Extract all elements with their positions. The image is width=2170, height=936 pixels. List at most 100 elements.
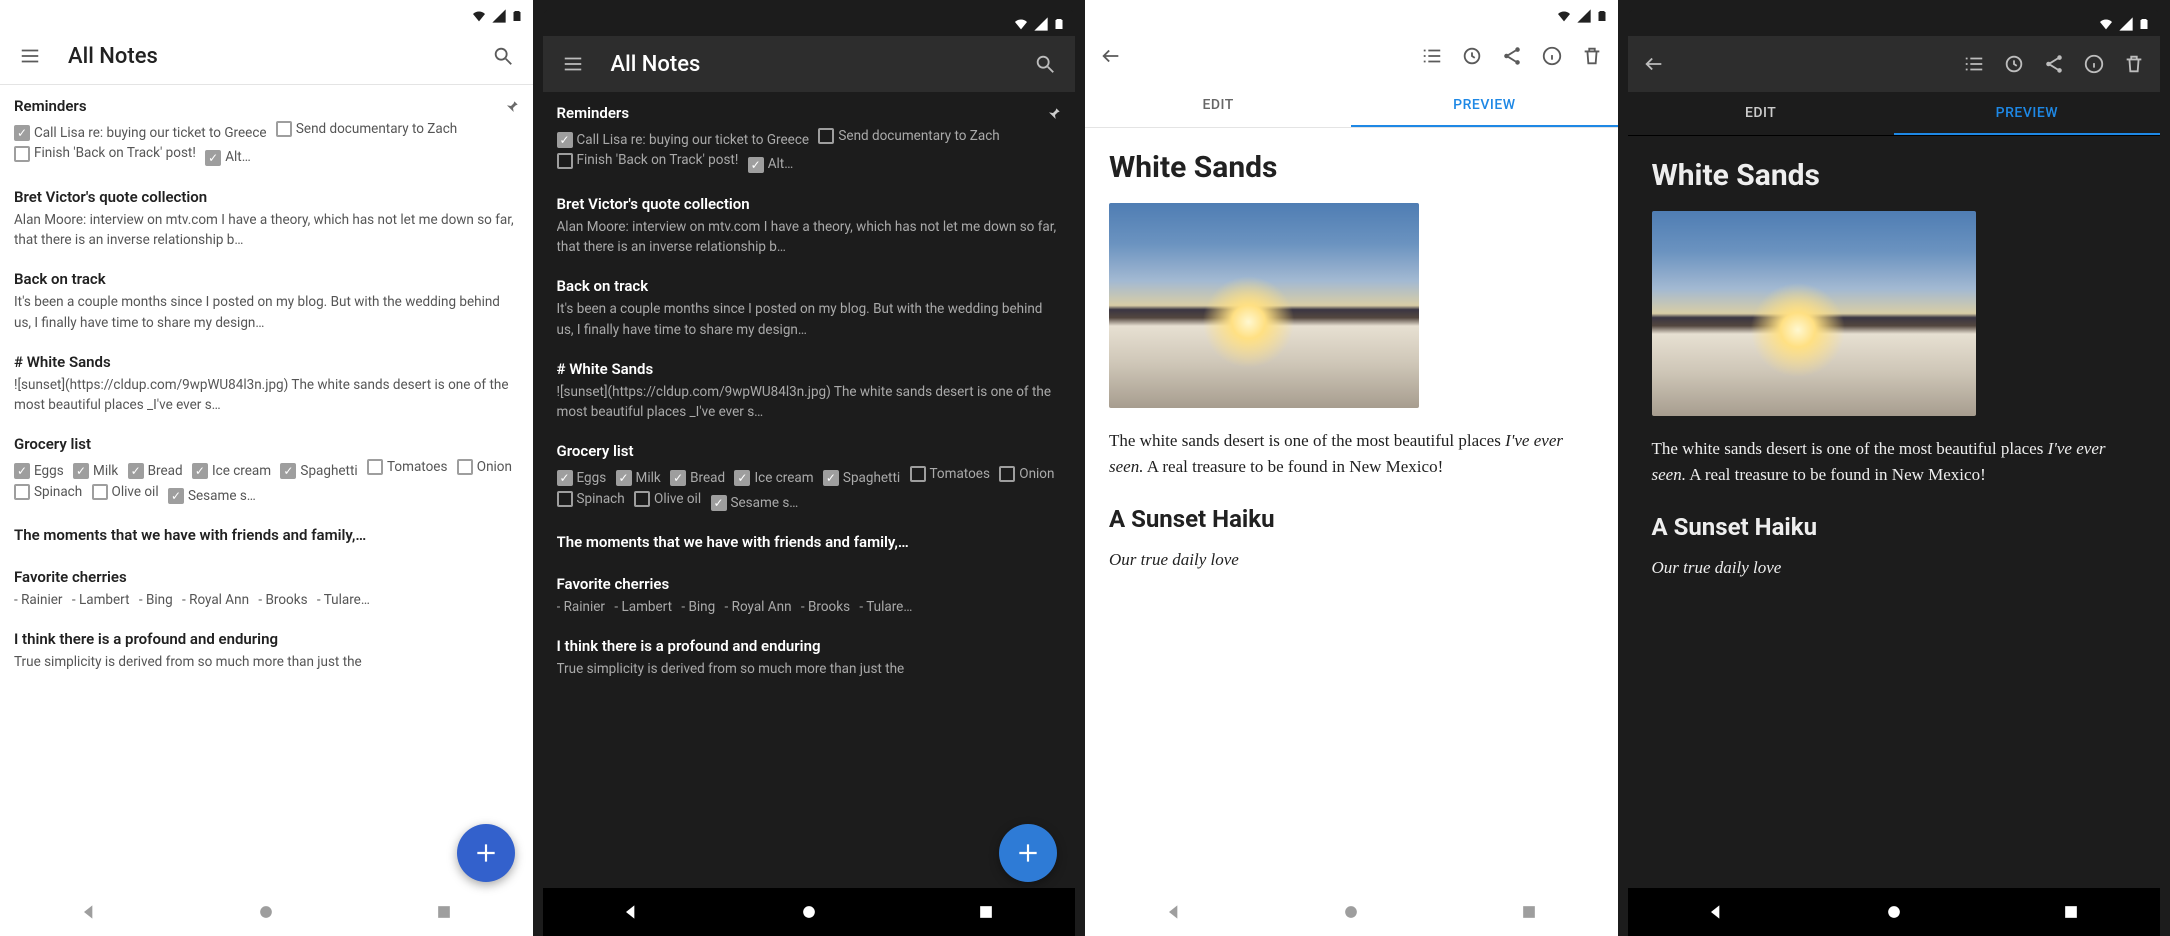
nav-recent-icon[interactable] xyxy=(976,902,996,922)
delete-button[interactable] xyxy=(1572,36,1612,76)
note-snippet: True simplicity is derived from so much … xyxy=(557,659,1062,679)
notes-list[interactable]: Reminders Call Lisa re: buying our ticke… xyxy=(543,92,1076,888)
note-item-reminders[interactable]: Reminders Call Lisa re: buying our ticke… xyxy=(557,92,1062,183)
tab-edit[interactable]: EDIT xyxy=(1085,84,1351,127)
status-bar xyxy=(1085,0,1618,28)
note-snippet: ![sunset](https://cldup.com/9wpWU84l3n.j… xyxy=(557,382,1062,423)
fab-add-note[interactable] xyxy=(457,824,515,882)
editor-tabs: EDIT PREVIEW xyxy=(1628,92,2161,136)
status-bar xyxy=(543,8,1076,36)
note-item-back[interactable]: Back on track It's been a couple months … xyxy=(557,265,1062,348)
sunset-image xyxy=(1652,211,1976,416)
note-item-cherries[interactable]: Favorite cherries Rainier Lambert Bing R… xyxy=(557,563,1062,625)
doc-haiku-line: Our true daily love xyxy=(1652,555,2137,581)
nav-home-icon[interactable] xyxy=(799,902,819,922)
note-title: Back on track xyxy=(557,277,1062,295)
note-title: Grocery list xyxy=(14,435,519,453)
note-item-cherries[interactable]: Favorite cherries Rainier Lambert Bing R… xyxy=(14,556,519,618)
nav-home-icon[interactable] xyxy=(256,902,276,922)
nav-recent-icon[interactable] xyxy=(2061,902,2081,922)
note-item-profound[interactable]: I think there is a profound and enduring… xyxy=(14,618,519,680)
note-title: Reminders xyxy=(557,104,630,122)
note-title: Grocery list xyxy=(557,442,1062,460)
info-button[interactable] xyxy=(2074,44,2114,84)
system-nav-bar xyxy=(1085,888,1618,936)
tab-preview[interactable]: PREVIEW xyxy=(1894,92,2160,135)
note-snippet: True simplicity is derived from so much … xyxy=(14,652,519,672)
nav-home-icon[interactable] xyxy=(1341,902,1361,922)
nav-home-icon[interactable] xyxy=(1884,902,1904,922)
share-button[interactable] xyxy=(1492,36,1532,76)
checklist-button[interactable] xyxy=(1954,44,1994,84)
note-title: # White Sands xyxy=(557,360,1062,378)
note-item-bret[interactable]: Bret Victor's quote collection Alan Moor… xyxy=(14,176,519,259)
history-icon xyxy=(2003,53,2025,75)
note-checklist: Eggs Milk Bread Ice cream Spaghetti Toma… xyxy=(14,457,519,506)
back-button[interactable] xyxy=(1091,36,1131,76)
battery-icon xyxy=(511,8,523,24)
note-snippet: ![sunset](https://cldup.com/9wpWU84l3n.j… xyxy=(14,375,519,416)
back-button[interactable] xyxy=(1634,44,1674,84)
note-snippet: It's been a couple months since I posted… xyxy=(557,299,1062,340)
share-icon xyxy=(1501,45,1523,67)
share-button[interactable] xyxy=(2034,44,2074,84)
info-button[interactable] xyxy=(1532,36,1572,76)
wifi-icon xyxy=(2098,16,2114,32)
note-checklist: Eggs Milk Bread Ice cream Spaghetti Toma… xyxy=(557,464,1062,513)
doc-heading-1: White Sands xyxy=(1652,158,2137,193)
document-preview[interactable]: White Sands The white sands desert is on… xyxy=(1085,128,1618,888)
info-icon xyxy=(1541,45,1563,67)
phone-dark-editor: EDIT PREVIEW White Sands The white sands… xyxy=(1618,0,2170,936)
nav-back-icon[interactable] xyxy=(1164,902,1184,922)
signal-icon xyxy=(491,8,507,24)
note-title: The moments that we have with friends an… xyxy=(14,526,519,544)
note-item-bret[interactable]: Bret Victor's quote collection Alan Moor… xyxy=(557,183,1062,266)
menu-button[interactable] xyxy=(10,36,50,76)
battery-icon xyxy=(1596,8,1608,24)
editor-toolbar xyxy=(1085,28,1618,84)
system-nav-bar xyxy=(543,888,1076,936)
menu-button[interactable] xyxy=(553,44,593,84)
search-icon xyxy=(1034,53,1056,75)
note-item-grocery[interactable]: Grocery list Eggs Milk Bread Ice cream S… xyxy=(557,430,1062,521)
pin-icon xyxy=(1045,105,1061,125)
tab-edit[interactable]: EDIT xyxy=(1628,92,1894,135)
sunset-image xyxy=(1109,203,1419,408)
note-snippet: It's been a couple months since I posted… xyxy=(14,292,519,333)
note-item-white-sands[interactable]: # White Sands ![sunset](https://cldup.co… xyxy=(557,348,1062,431)
tab-preview[interactable]: PREVIEW xyxy=(1351,84,1617,127)
nav-back-icon[interactable] xyxy=(621,902,641,922)
search-button[interactable] xyxy=(483,36,523,76)
signal-icon xyxy=(1576,8,1592,24)
doc-paragraph: The white sands desert is one of the mos… xyxy=(1109,428,1594,481)
nav-recent-icon[interactable] xyxy=(434,902,454,922)
signal-icon xyxy=(1033,16,1049,32)
history-button[interactable] xyxy=(1994,44,2034,84)
phone-light-all-notes: All Notes Reminders Call Lisa re: buying… xyxy=(0,0,533,936)
note-title: Bret Victor's quote collection xyxy=(557,195,1062,213)
note-item-profound[interactable]: I think there is a profound and enduring… xyxy=(557,625,1062,687)
notes-list[interactable]: Reminders Call Lisa re: buying our ticke… xyxy=(0,85,533,888)
note-snippet: Rainier Lambert Bing Royal Ann Brooks Tu… xyxy=(14,590,519,610)
note-checklist: Call Lisa re: buying our ticket to Greec… xyxy=(557,126,1062,175)
hamburger-icon xyxy=(19,45,41,67)
note-item-white-sands[interactable]: # White Sands ![sunset](https://cldup.co… xyxy=(14,341,519,424)
doc-paragraph: The white sands desert is one of the mos… xyxy=(1652,436,2137,489)
document-preview[interactable]: White Sands The white sands desert is on… xyxy=(1628,136,2161,888)
note-item-moments[interactable]: The moments that we have with friends an… xyxy=(14,514,519,556)
history-button[interactable] xyxy=(1452,36,1492,76)
note-item-back[interactable]: Back on track It's been a couple months … xyxy=(14,258,519,341)
fab-add-note[interactable] xyxy=(999,824,1057,882)
signal-icon xyxy=(2118,16,2134,32)
nav-back-icon[interactable] xyxy=(1706,902,1726,922)
nav-back-icon[interactable] xyxy=(79,902,99,922)
note-item-reminders[interactable]: Reminders Call Lisa re: buying our ticke… xyxy=(14,85,519,176)
checklist-button[interactable] xyxy=(1412,36,1452,76)
editor-toolbar xyxy=(1628,36,2161,92)
delete-button[interactable] xyxy=(2114,44,2154,84)
search-button[interactable] xyxy=(1025,44,1065,84)
note-item-grocery[interactable]: Grocery list Eggs Milk Bread Ice cream S… xyxy=(14,423,519,514)
note-item-moments[interactable]: The moments that we have with friends an… xyxy=(557,521,1062,563)
nav-recent-icon[interactable] xyxy=(1519,902,1539,922)
note-snippet: Rainier Lambert Bing Royal Ann Brooks Tu… xyxy=(557,597,1062,617)
